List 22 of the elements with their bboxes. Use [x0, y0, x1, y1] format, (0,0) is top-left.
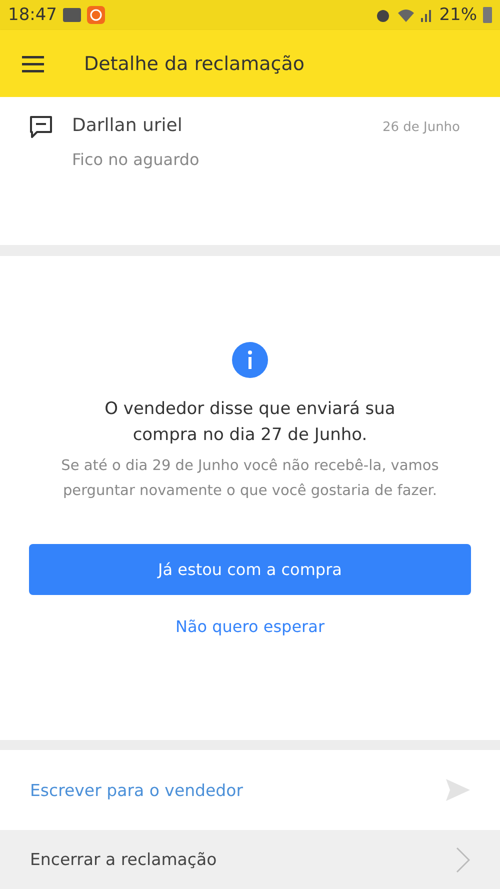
chevron-icon [456, 846, 470, 872]
action-row[interactable]: Escrever para o vendedor [0, 750, 500, 830]
wait-link[interactable]: Não quero esperar [175, 617, 325, 636]
menu-icon[interactable] [22, 54, 44, 72]
send-icon [446, 779, 470, 801]
confirm-button[interactable]: Já estou com a compra [29, 544, 471, 595]
info-icon [232, 342, 268, 378]
page-title: Detalhe da reclamação [84, 52, 305, 74]
app-icon [87, 6, 105, 24]
message-author: Darllan uriel [72, 115, 182, 136]
action-label: Encerrar a reclamação [30, 850, 217, 869]
info-text: Se até o dia 29 de Junho você não recebê-la, vamos perguntar novamente o que você gostaria de fazer. [60, 457, 440, 501]
info-title: O vendedor disse que enviará sua compra no dia 27 de Junho. [104, 398, 396, 447]
chat-icon [28, 115, 54, 139]
signal-icon [421, 8, 434, 22]
wifi-icon [397, 8, 416, 22]
status-time: 18:47 [8, 5, 57, 25]
action-label: Escrever para o vendedor [30, 780, 244, 800]
battery-percentage: 21% [439, 5, 477, 25]
battery-icon [483, 7, 492, 23]
message-date: 26 de Junho [382, 120, 460, 135]
message-text: Fico no aguardo [72, 150, 200, 169]
